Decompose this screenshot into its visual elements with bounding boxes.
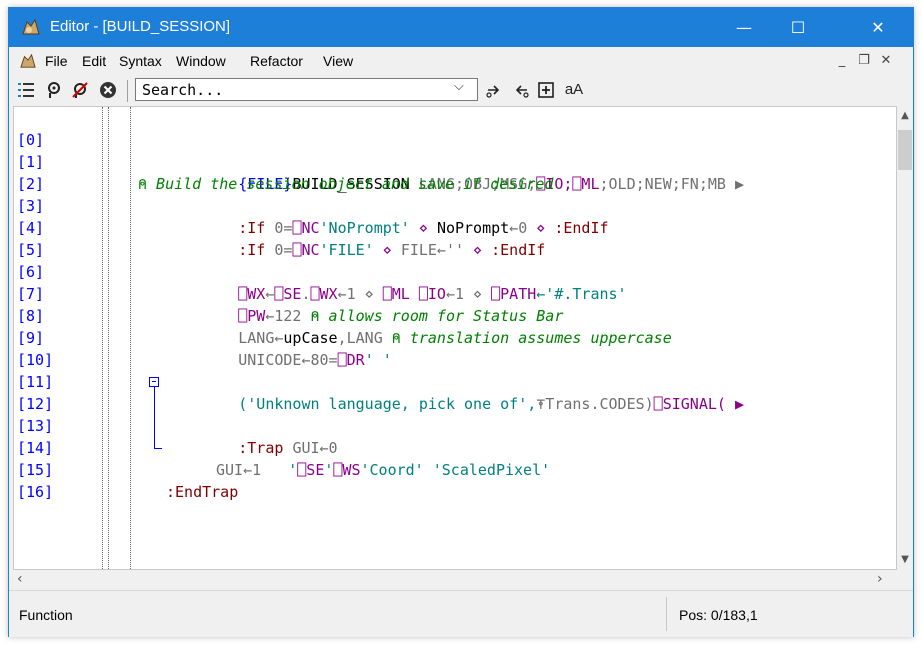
dropdown-arrow-icon[interactable]: ⌵	[454, 79, 464, 94]
title-bar[interactable]: Editor - [BUILD_SESSION] — ☐ ✕	[9, 8, 913, 47]
toolbar: ⌵ aA	[9, 75, 913, 106]
search-input[interactable]	[135, 78, 478, 101]
code-line[interactable]: [4]	[14, 195, 894, 237]
code-line[interactable]: [6] ⎕PW←122 ⍝ allows room for Status Bar	[14, 239, 894, 325]
menu-view[interactable]: View	[323, 53, 353, 69]
scroll-right-icon[interactable]: ›	[877, 570, 883, 588]
close-button[interactable]: ✕	[855, 8, 901, 47]
window-title: Editor - [BUILD_SESSION]	[50, 18, 231, 35]
scroll-thumb[interactable]	[898, 130, 912, 170]
minimize-button[interactable]: —	[721, 8, 767, 47]
code-editor[interactable]: [0] {FILE}BUILD_SESSION LANG;OBJ;MSG;⎕IO…	[13, 106, 897, 570]
fold-toggle-icon[interactable]	[149, 377, 159, 387]
status-bar: Function Pos: 0/183,1	[9, 590, 913, 637]
code-token: :EndTrap	[166, 483, 239, 501]
line-number: [16]	[17, 483, 54, 501]
line-numbers-icon[interactable]	[15, 79, 37, 101]
code-line[interactable]: [3] :If 0=⎕NC'FILE' ⋄ FILE←'' ⋄ :EndIf	[14, 173, 894, 259]
match-case-button[interactable]: aA	[561, 79, 587, 101]
code-line[interactable]: [5] ⎕WX←⎕SE.⎕WX←1 ⋄ ⎕ML ⎕IO←1 ⋄ ⎕PATH←'#…	[14, 217, 894, 303]
mdi-minimize-button[interactable]: _	[833, 52, 851, 70]
scroll-left-icon[interactable]: ‹	[17, 570, 23, 588]
code-line[interactable]: [7] LANG←upCase,LANG ⍝ translation assum…	[14, 261, 894, 347]
fold-guide	[154, 387, 155, 448]
scroll-up-icon[interactable]: ▲	[897, 110, 913, 121]
code-line[interactable]: [9]	[14, 305, 894, 347]
code-line[interactable]: [15] :EndTrap	[14, 437, 894, 501]
find-next-icon[interactable]	[483, 79, 505, 101]
code-line[interactable]: [16]	[14, 459, 894, 501]
vertical-scrollbar[interactable]: ▲ ▼	[897, 106, 913, 570]
status-type: Function	[19, 607, 73, 623]
maximize-button[interactable]: ☐	[775, 8, 821, 47]
mdi-close-button[interactable]: ✕	[877, 52, 895, 70]
editor-window: Editor - [BUILD_SESSION] — ☐ ✕ File Edit…	[8, 7, 914, 637]
find-prev-icon[interactable]	[510, 79, 532, 101]
code-line[interactable]: [13] '⎕SE'⎕WS'Coord' 'ScaledPixel'	[14, 393, 894, 479]
close-circle-icon[interactable]	[97, 79, 119, 101]
add-icon[interactable]	[535, 79, 557, 101]
status-position: Pos: 0/183,1	[679, 607, 758, 623]
code-line[interactable]: [0] {FILE}BUILD_SESSION LANG;OBJ;MSG;⎕IO…	[14, 107, 894, 193]
code-line[interactable]: [12] :Trap GUI←0	[14, 371, 894, 457]
menu-bar: File Edit Syntax Window Refactor View _ …	[9, 47, 913, 75]
code-line[interactable]: [14] GUI←1	[14, 415, 894, 479]
fold-guide-end	[154, 448, 162, 449]
mdi-restore-button[interactable]: ❐	[855, 52, 873, 70]
search-icon[interactable]	[43, 79, 65, 101]
status-divider	[666, 597, 667, 631]
menu-edit[interactable]: Edit	[82, 53, 106, 69]
menu-app-icon[interactable]	[19, 53, 37, 69]
scroll-down-icon[interactable]: ▼	[897, 554, 913, 565]
code-line[interactable]: [2] :If 0=⎕NC'NoPrompt' ⋄ NoPrompt←0 ⋄ :…	[14, 151, 894, 237]
menu-window[interactable]: Window	[176, 53, 226, 69]
toolbar-separator	[127, 80, 128, 102]
clear-search-icon[interactable]	[69, 79, 91, 101]
menu-file[interactable]: File	[45, 53, 68, 69]
menu-syntax[interactable]: Syntax	[119, 53, 162, 69]
code-line[interactable]: [1] ⍝ Build the session object and save …	[14, 129, 894, 193]
horizontal-scrollbar[interactable]: ‹ ›	[13, 570, 897, 588]
menu-refactor[interactable]: Refactor	[250, 53, 303, 69]
code-line[interactable]: [8] UNICODE←80=⎕DR' '	[14, 283, 894, 369]
code-line[interactable]: [10] ('Unknown language, pick one of',⍕T…	[14, 327, 894, 413]
app-icon	[22, 18, 40, 35]
code-line[interactable]: [11]	[14, 349, 894, 391]
